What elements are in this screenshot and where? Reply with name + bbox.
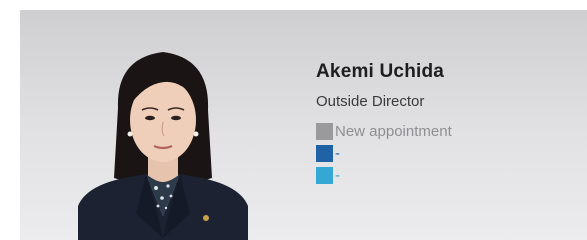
legend-item-dark-blue: - bbox=[316, 143, 576, 163]
director-name: Akemi Uchida bbox=[316, 61, 445, 82]
director-profile-card: Akemi Uchida Outside Director New appoin… bbox=[20, 10, 587, 240]
status-legend: New appointment - - bbox=[316, 121, 576, 185]
legend-label: New appointment bbox=[335, 122, 452, 140]
legend-item-new-appointment: New appointment bbox=[316, 121, 576, 141]
profile-info: Akemi Uchida Outside Director New appoin… bbox=[316, 60, 576, 187]
legend-swatch-gray bbox=[316, 122, 333, 140]
portrait-photo bbox=[78, 38, 248, 240]
director-role: Outside Director bbox=[316, 93, 425, 110]
legend-label: - bbox=[335, 166, 340, 184]
legend-swatch-dark-blue bbox=[316, 144, 333, 162]
portrait-illustration bbox=[78, 52, 248, 240]
legend-item-light-blue: - bbox=[316, 165, 576, 185]
legend-label: - bbox=[335, 144, 340, 162]
legend-swatch-light-blue bbox=[316, 166, 333, 184]
